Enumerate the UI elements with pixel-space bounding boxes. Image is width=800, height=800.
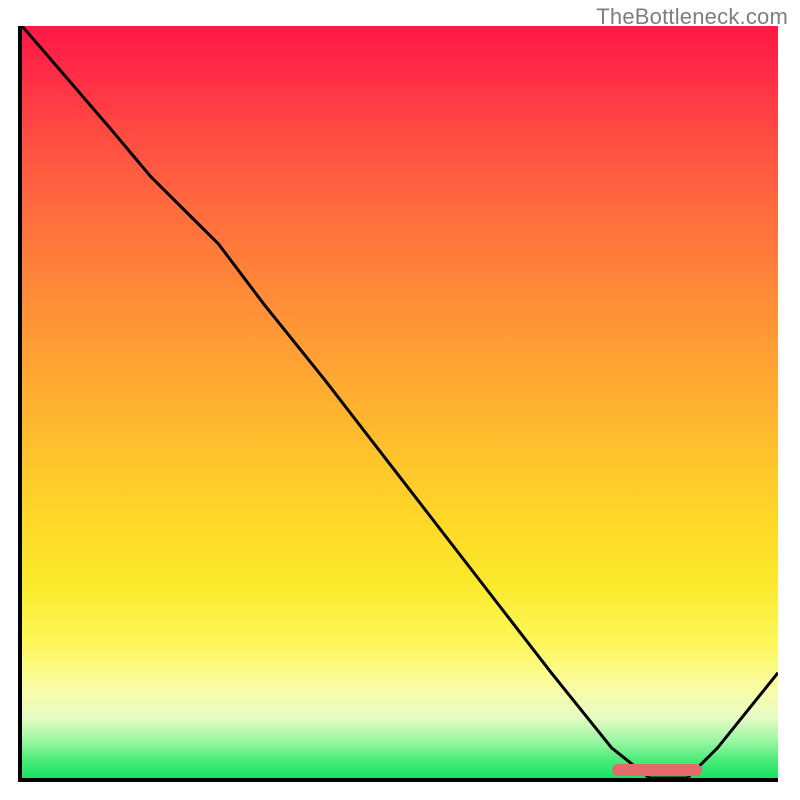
optimal-range-marker: [612, 764, 703, 776]
bottleneck-curve: [22, 26, 778, 778]
x-axis: [18, 778, 778, 782]
